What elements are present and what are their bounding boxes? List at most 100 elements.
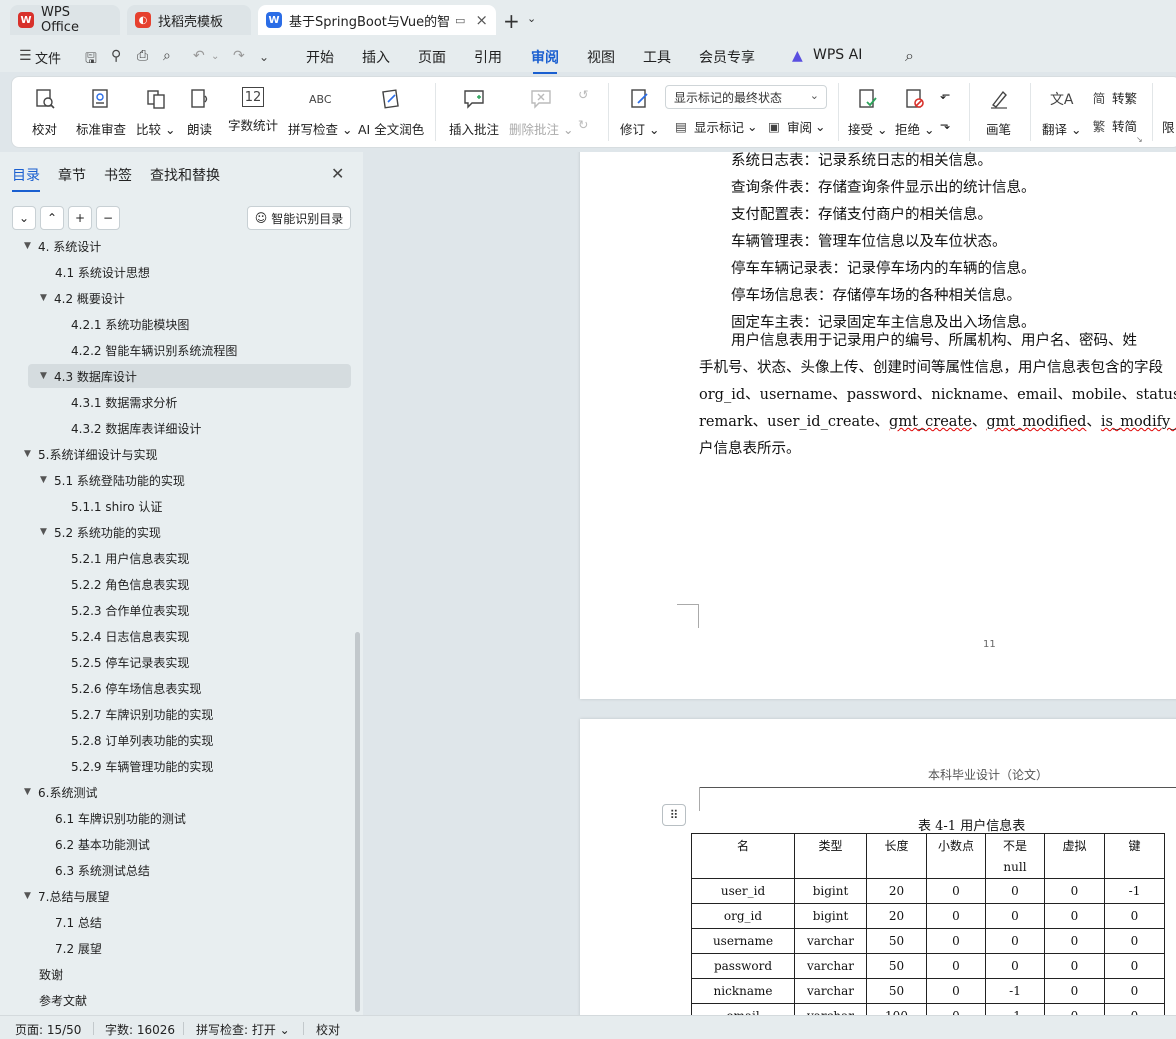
toc-item[interactable]: 5.2.6 停车场信息表实现 — [71, 676, 201, 700]
table-move-handle[interactable]: ⠿ — [662, 804, 686, 826]
ai-toc-button[interactable]: ☺ 智能识别目录 — [247, 206, 351, 230]
search-icon[interactable]: ⌕ — [905, 46, 914, 66]
toc-item[interactable]: 4.1 系统设计思想 — [55, 260, 150, 284]
toc-item[interactable]: 5.2.8 订单列表功能的实现 — [71, 728, 213, 752]
to-simplified-button[interactable]: 繁 转简 — [1090, 116, 1137, 135]
expand-triangle-icon[interactable]: ▼ — [40, 293, 54, 303]
undo-icon[interactable]: ↶ — [193, 48, 205, 64]
tab-current-document[interactable]: W 基于SpringBoot与Vue的智能 ▭ × — [258, 5, 496, 35]
menu-start[interactable]: 开始 — [306, 47, 334, 67]
toc-item[interactable]: 5.2.2 角色信息表实现 — [71, 572, 189, 596]
hamburger-icon[interactable]: ☰ — [19, 48, 32, 64]
nav-tab-find-replace[interactable]: 查找和替换 — [150, 165, 220, 185]
close-tab-icon[interactable]: × — [475, 11, 488, 29]
toc-item[interactable]: 6.3 系统测试总结 — [55, 858, 150, 882]
expand-triangle-icon[interactable]: ▼ — [24, 241, 38, 251]
toc-item[interactable]: 7.1 总结 — [55, 910, 102, 934]
toc-item[interactable]: ▼ 4.2 概要设计 — [40, 286, 125, 310]
toc-item[interactable]: 5.2.7 车牌识别功能的实现 — [71, 702, 213, 726]
toc-item[interactable]: 6.1 车牌识别功能的测试 — [55, 806, 186, 830]
tab-wps-office[interactable]: W WPS Office — [10, 5, 120, 35]
toc-item[interactable]: ▼ 5.系统详细设计与实现 — [24, 442, 157, 466]
toc-item[interactable]: 4.3.2 数据库表详细设计 — [71, 416, 201, 440]
toc-item[interactable]: 6.2 基本功能测试 — [55, 832, 150, 856]
toc-item[interactable]: 5.2.9 车辆管理功能的实现 — [71, 754, 213, 778]
ai-polish-button[interactable]: AI 全文润色 — [358, 83, 424, 141]
proofread-button[interactable]: 校对 — [32, 83, 57, 141]
next-comment-icon[interactable]: ↻ — [578, 117, 588, 132]
display-mode-dropdown[interactable]: 显示标记的最终状态 ⌄ — [665, 85, 827, 109]
expand-triangle-icon[interactable]: ▼ — [40, 527, 54, 537]
prev-change-icon[interactable]: ⬐ — [940, 87, 950, 102]
show-markup-button[interactable]: ▤ 显示标记 ⌄ — [672, 117, 757, 136]
menu-tools[interactable]: 工具 — [643, 47, 671, 67]
review-pane-button[interactable]: ▣ 审阅 ⌄ — [765, 117, 825, 136]
expand-triangle-icon[interactable]: ▼ — [24, 891, 38, 901]
pen-button[interactable]: 画笔 — [986, 83, 1011, 141]
undo-dropdown-icon[interactable]: ⌄ — [211, 51, 219, 62]
next-change-icon[interactable]: ⬎ — [940, 117, 950, 132]
print-icon[interactable]: ⎙ — [137, 48, 148, 64]
delete-comment-button[interactable]: 删除批注 ⌄ — [509, 83, 573, 141]
nav-scrollbar[interactable] — [355, 632, 360, 1012]
ribbon-expand-icon[interactable]: ↘ — [1136, 135, 1143, 144]
toc-item[interactable]: ▼ 7.总结与展望 — [24, 884, 109, 908]
share-icon[interactable]: ⚲ — [111, 48, 121, 64]
toc-item[interactable]: ▼ 5.2 系统功能的实现 — [40, 520, 161, 544]
menu-page[interactable]: 页面 — [418, 47, 446, 67]
insert-comment-button[interactable]: 插入批注 — [449, 83, 499, 141]
prev-comment-icon[interactable]: ↺ — [578, 87, 588, 102]
toc-item[interactable]: 5.1.1 shiro 认证 — [71, 494, 162, 518]
reject-button[interactable]: 拒绝 ⌄ — [895, 83, 934, 141]
spell-check-indicator[interactable]: 拼写检查: 打开 ⌄ — [196, 1021, 290, 1038]
expand-up-button[interactable]: ⌃ — [40, 206, 64, 230]
translate-button[interactable]: 文A 翻译 ⌄ — [1042, 83, 1081, 141]
nav-tab-sections[interactable]: 章节 — [58, 165, 86, 185]
menu-file[interactable]: 文件 — [35, 48, 61, 67]
remove-heading-button[interactable]: − — [96, 206, 120, 230]
close-pane-icon[interactable]: ✕ — [331, 164, 344, 183]
collapse-all-button[interactable]: ⌄ — [12, 206, 36, 230]
menu-reference[interactable]: 引用 — [474, 47, 502, 67]
expand-triangle-icon[interactable]: ▼ — [40, 371, 54, 381]
compare-button[interactable]: 比较 ⌄ — [136, 83, 175, 141]
menu-insert[interactable]: 插入 — [362, 47, 390, 67]
toc-item[interactable]: 5.2.1 用户信息表实现 — [71, 546, 189, 570]
new-tab-plus-icon[interactable]: + — [503, 9, 520, 33]
accept-button[interactable]: 接受 ⌄ — [848, 83, 887, 141]
redo-icon[interactable]: ↷ — [233, 48, 245, 64]
menu-member[interactable]: 会员专享 — [699, 47, 755, 67]
standard-review-button[interactable]: 标准审查 — [76, 83, 126, 141]
toc-item[interactable]: ▼ 6.系统测试 — [24, 780, 97, 804]
expand-triangle-icon[interactable]: ▼ — [24, 449, 38, 459]
spell-check-button[interactable]: ABC 拼写检查 ⌄ — [288, 83, 352, 141]
page-indicator[interactable]: 页面: 15/50 — [15, 1021, 81, 1038]
more-quick-icon[interactable]: ⌄ — [259, 50, 269, 64]
restrict-button-label[interactable]: 限 — [1162, 117, 1175, 136]
toc-item[interactable]: 5.2.4 日志信息表实现 — [71, 624, 189, 648]
menu-wps-ai[interactable]: WPS AI — [813, 47, 862, 63]
nav-tab-bookmarks[interactable]: 书签 — [104, 165, 132, 185]
menu-review[interactable]: 审阅 — [531, 47, 559, 74]
word-count-indicator[interactable]: 字数: 16026 — [105, 1021, 175, 1038]
toc-item[interactable]: 4.2.1 系统功能模块图 — [71, 312, 189, 336]
toc-item[interactable]: ▼ 5.1 系统登陆功能的实现 — [40, 468, 185, 492]
toc-item[interactable]: 致谢 — [39, 962, 63, 986]
toc-item[interactable]: 4.3.1 数据需求分析 — [71, 390, 177, 414]
read-aloud-button[interactable]: 朗读 — [187, 83, 212, 141]
add-heading-button[interactable]: + — [68, 206, 92, 230]
toc-item[interactable]: ▼ 4. 系统设计 — [24, 240, 101, 258]
print-preview-icon[interactable]: ⌕ — [163, 48, 171, 64]
track-changes-button[interactable]: 修订 ⌄ — [620, 83, 659, 141]
to-traditional-button[interactable]: 简 转繁 — [1090, 88, 1137, 107]
toc-item[interactable]: 7.2 展望 — [55, 936, 102, 960]
proofread-indicator[interactable]: 校对 — [316, 1021, 340, 1038]
word-count-button[interactable]: 12 字数统计 — [228, 83, 278, 141]
save-icon[interactable]: 🖫 — [85, 48, 97, 72]
toc-item[interactable]: ▼ 4.3 数据库设计 — [28, 364, 351, 388]
expand-triangle-icon[interactable]: ▼ — [40, 475, 54, 485]
menu-view[interactable]: 视图 — [587, 47, 615, 67]
toc-item[interactable]: 5.2.3 合作单位表实现 — [71, 598, 189, 622]
expand-triangle-icon[interactable]: ▼ — [24, 787, 38, 797]
chevron-down-icon[interactable]: ⌄ — [527, 12, 536, 25]
